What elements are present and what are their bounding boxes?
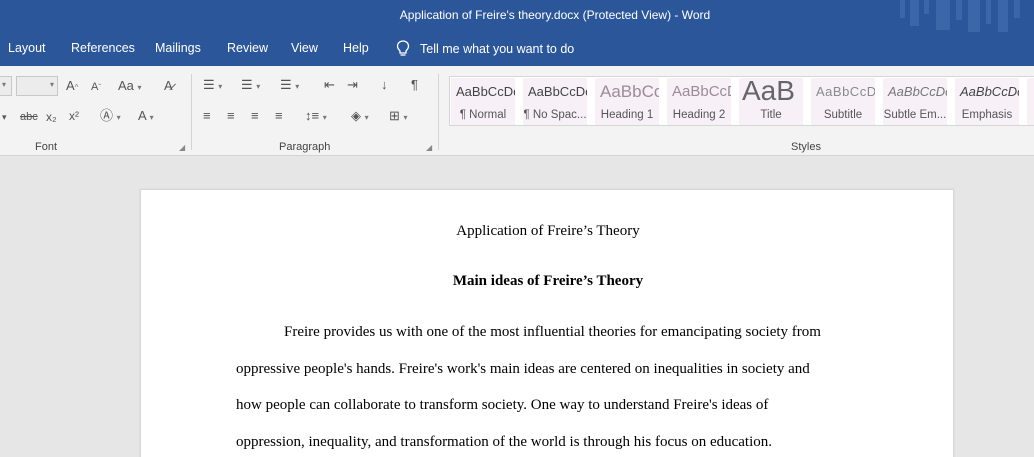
font-dialog-launcher-icon[interactable]: ◢ [179, 143, 185, 152]
style-sample: AaBbCcD [672, 83, 731, 100]
strikethrough-icon[interactable]: abc [20, 109, 38, 125]
styles-group-label: Styles [791, 141, 821, 153]
superscript-icon[interactable]: x² [69, 108, 79, 124]
paragraph-line: oppressive people's hands. Freire's work… [236, 361, 810, 377]
group-divider [191, 74, 192, 150]
styles-gallery: AaBbCcDc ¶ Normal AaBbCcDc ¶ No Spac... … [449, 76, 1034, 126]
grow-font-icon[interactable]: A^ [66, 78, 78, 96]
style-subtitle[interactable]: AaBbCcD Subtitle [811, 78, 875, 125]
style-sample: AaBbCcDc [888, 84, 947, 99]
style-normal[interactable]: AaBbCcDc ¶ Normal [451, 78, 515, 125]
borders-icon[interactable]: ⊞ ▾ [389, 108, 408, 126]
font-group-label: Font [35, 141, 58, 153]
decrease-indent-icon[interactable]: ⇤ [324, 77, 335, 93]
paragraph-group-label: Paragraph [279, 141, 331, 153]
style-name: ¶ No Spac... [523, 109, 587, 121]
section-heading: Main ideas of Freire’s Theory [452, 273, 644, 289]
style-emphasis[interactable]: AaBbCcDc Emphasis [955, 78, 1019, 125]
dropdown-arrow-icon[interactable]: ▾ [2, 109, 7, 125]
numbering-icon[interactable]: ☰ ▾ [241, 77, 260, 95]
style-sample: AaBbCcDc [960, 84, 1019, 99]
style-heading-2[interactable]: AaBbCcD Heading 2 [667, 78, 731, 125]
style-name: Title [760, 109, 782, 121]
title-bar-pattern-icon [900, 0, 1020, 32]
text-effects-icon[interactable]: Ⓐ ▾ [100, 108, 121, 126]
font-name-combobox[interactable]: ▾ [0, 76, 12, 96]
shading-icon[interactable]: ◈ ▾ [351, 108, 369, 126]
style-sample: AaB [742, 78, 795, 106]
shrink-font-icon[interactable]: Aˇ [91, 79, 101, 96]
style-sample: AaBbCcD [816, 84, 875, 99]
show-formatting-marks-icon[interactable]: ¶ [411, 77, 418, 93]
group-divider [438, 74, 439, 150]
ribbon-home: ▾ ▾ A^ Aˇ Aa ▾ A̷ ▾ abc x₂ x² Ⓐ ▾ A ▾ Fo… [0, 66, 1034, 156]
style-no-spacing[interactable]: AaBbCcDc ¶ No Spac... [523, 78, 587, 125]
font-size-combobox[interactable]: ▾ [16, 76, 58, 96]
tab-layout[interactable]: Layout [8, 41, 46, 55]
style-sample: AaBbCcDc [456, 84, 515, 99]
style-heading-1[interactable]: AaBbCc Heading 1 [595, 78, 659, 125]
style-name: Emphasis [961, 109, 1013, 121]
tab-help[interactable]: Help [343, 41, 369, 55]
increase-indent-icon[interactable]: ⇥ [347, 77, 358, 93]
style-title[interactable]: AaB Title [739, 78, 803, 125]
tab-mailings[interactable]: Mailings [155, 41, 201, 55]
paragraph-line: Freire provides us with one of the most … [284, 324, 821, 340]
style-name: Subtitle [823, 109, 863, 121]
tab-references[interactable]: References [71, 41, 135, 55]
align-left-icon[interactable]: ≡ [203, 108, 211, 124]
lightbulb-icon [396, 40, 410, 56]
align-right-icon[interactable]: ≡ [251, 108, 259, 124]
style-name: Heading 1 [600, 109, 654, 121]
style-more[interactable] [1027, 78, 1034, 125]
style-name: Heading 2 [672, 109, 726, 121]
clear-formatting-icon[interactable]: A̷ [164, 78, 173, 94]
style-sample: AaBbCc [600, 82, 659, 101]
window-title: Application of Freire's theory.docx (Pro… [399, 8, 711, 22]
style-subtle-emphasis[interactable]: AaBbCcDc Subtle Em... [883, 78, 947, 125]
paragraph-line: oppression, inequality, and transformati… [236, 434, 773, 450]
style-name: Subtle Em... [883, 109, 947, 121]
paragraph-dialog-launcher-icon[interactable]: ◢ [426, 143, 432, 152]
align-center-icon[interactable]: ≡ [227, 108, 235, 124]
paragraph-line: how people can collaborate to transform … [236, 397, 769, 413]
tell-me-search[interactable]: Tell me what you want to do [396, 40, 574, 57]
bullets-icon[interactable]: ☰ ▾ [203, 77, 222, 95]
multilevel-list-icon[interactable]: ☰ ▾ [280, 77, 299, 95]
style-name: ¶ Normal [459, 109, 507, 121]
style-sample: AaBbCcDc [528, 84, 587, 99]
document-page[interactable]: Application of Freire’s Theory Main idea… [140, 189, 954, 457]
subscript-icon[interactable]: x₂ [46, 109, 57, 125]
tab-review[interactable]: Review [227, 41, 268, 55]
tell-me-label: Tell me what you want to do [420, 41, 575, 56]
line-spacing-icon[interactable]: ↕≡ ▾ [305, 108, 327, 126]
change-case-icon[interactable]: Aa ▾ [118, 78, 142, 96]
ribbon-tabs: Layout References Mailings Review View H… [0, 32, 1034, 66]
font-color-icon[interactable]: A ▾ [138, 108, 154, 126]
justify-icon[interactable]: ≡ [275, 108, 283, 124]
document-canvas: Application of Freire’s Theory Main idea… [0, 157, 1034, 457]
document-title: Application of Freire’s Theory [456, 223, 640, 239]
tab-view[interactable]: View [291, 41, 318, 55]
title-bar: Application of Freire's theory.docx (Pro… [0, 0, 1034, 32]
sort-icon[interactable]: ↓ [381, 77, 388, 93]
